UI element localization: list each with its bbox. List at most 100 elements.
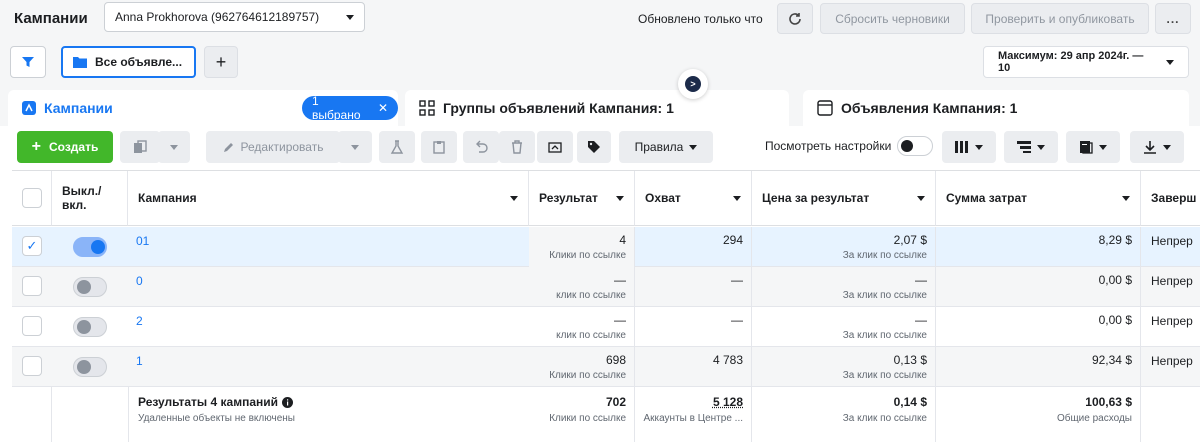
select-all-header <box>12 171 52 226</box>
tab-adsets-label: Группы объявлений Кампания: 1 <box>443 100 674 116</box>
result-value: 4 <box>619 233 626 247</box>
table-row[interactable]: ✓ 01 4 Клики по ссылке 294 2,07 $ За кли… <box>12 227 1200 267</box>
review-publish-button[interactable]: Проверить и опубликовать <box>971 3 1149 34</box>
campaign-toggle[interactable] <box>73 237 107 257</box>
column-header-cost-label: Цена за результат <box>762 191 870 205</box>
more-options-button[interactable]: ... <box>1155 3 1191 34</box>
campaign-name-link[interactable]: 0 <box>136 274 143 288</box>
column-header-result-label: Результат <box>539 191 598 205</box>
view-settings-toggle[interactable] <box>897 136 933 156</box>
selected-count-label: 1 выбрано <box>312 94 361 122</box>
column-header-result[interactable]: Результат <box>529 171 635 226</box>
chevron-down-icon <box>351 144 359 150</box>
result-subtitle: клик по ссылке <box>556 330 626 341</box>
updated-status: Обновлено только что <box>638 12 763 26</box>
tab-adsets[interactable]: Группы объявлений Кампания: 1 <box>405 90 789 126</box>
campaign-name-link[interactable]: 01 <box>136 234 149 248</box>
table-row[interactable]: 0 — клик по ссылке — — За клик по ссылке… <box>12 267 1200 307</box>
result-cell: — клик по ссылке <box>529 307 635 347</box>
end-value: Непрер <box>1151 314 1193 328</box>
download-button[interactable] <box>1130 131 1184 163</box>
rules-dropdown[interactable]: Правила <box>619 131 713 163</box>
page-title: Кампании <box>14 10 88 27</box>
breakdown-button[interactable] <box>1004 131 1058 163</box>
create-button[interactable]: + Создать <box>17 131 113 163</box>
sort-icon <box>733 195 741 201</box>
totals-title: Результаты 4 кампаний <box>138 395 294 409</box>
column-header-cost[interactable]: Цена за результат <box>752 171 936 226</box>
column-header-spend[interactable]: Сумма затрат <box>936 171 1141 226</box>
cost-cell: 2,07 $ За клик по ссылке <box>752 227 936 267</box>
reports-button[interactable] <box>1066 131 1120 163</box>
campaign-toggle[interactable] <box>73 357 107 377</box>
totals-subtitle: Удаленные объекты не включены <box>138 413 295 424</box>
duplicate-dropdown[interactable] <box>158 131 190 163</box>
refresh-button[interactable] <box>777 3 813 34</box>
campaign-name-link[interactable]: 1 <box>136 354 143 368</box>
row-checkbox[interactable] <box>22 356 42 376</box>
totals-reach-subtitle: Аккаунты в Центре ... <box>643 413 743 424</box>
cost-cell: — За клик по ссылке <box>752 267 936 307</box>
ab-test-button[interactable] <box>379 131 415 163</box>
cost-cell: 0,13 $ За клик по ссылке <box>752 347 936 387</box>
table-row[interactable]: 1 698 Клики по ссылке 4 783 0,13 $ За кл… <box>12 347 1200 387</box>
reach-value: 294 <box>722 233 743 247</box>
totals-spend-value: 100,63 $ <box>1085 395 1132 409</box>
add-filter-button[interactable]: + <box>204 46 238 78</box>
table-row[interactable]: 2 — клик по ссылке — — За клик по ссылке… <box>12 307 1200 347</box>
account-selector[interactable]: Anna Prokhorova (962764612189757) <box>104 2 365 32</box>
result-cell: 4 Клики по ссылке <box>529 227 635 267</box>
select-all-checkbox[interactable] <box>22 188 42 208</box>
column-header-campaign[interactable]: Кампания <box>128 171 529 226</box>
date-range-picker[interactable]: Максимум: 29 апр 2024г. — 10 <box>983 46 1189 78</box>
info-icon[interactable] <box>282 396 294 408</box>
export-button[interactable] <box>537 131 573 163</box>
column-header-toggle[interactable]: Выкл./ вкл. <box>52 171 128 226</box>
tab-campaigns[interactable]: Кампании 1 выбрано ✕ <box>8 90 398 126</box>
clipboard-button[interactable] <box>421 131 457 163</box>
check-icon: ✓ <box>26 238 38 253</box>
row-checkbox[interactable] <box>22 316 42 336</box>
spend-cell: 8,29 $ <box>936 227 1141 267</box>
tab-ads[interactable]: Объявления Кампания: 1 <box>803 90 1189 126</box>
delete-button[interactable] <box>499 131 535 163</box>
reach-value: — <box>731 273 743 287</box>
spend-cell: 92,34 $ <box>936 347 1141 387</box>
cost-subtitle: За клик по ссылке <box>842 290 927 301</box>
result-value: — <box>614 313 626 327</box>
row-checkbox[interactable] <box>22 276 42 296</box>
spend-cell: 0,00 $ <box>936 307 1141 347</box>
chevron-down-icon <box>1163 144 1171 150</box>
end-value: Непрер <box>1151 354 1193 368</box>
column-header-end[interactable]: Заверш <box>1141 171 1200 226</box>
column-header-reach[interactable]: Охват <box>635 171 752 226</box>
discard-drafts-button[interactable]: Сбросить черновики <box>820 3 965 34</box>
result-subtitle: Клики по ссылке <box>549 370 626 381</box>
end-cell: Непрер <box>1141 267 1200 307</box>
undo-button[interactable] <box>463 131 499 163</box>
end-value: Непрер <box>1151 234 1193 248</box>
campaign-toggle[interactable] <box>73 317 107 337</box>
totals-spacer <box>52 387 129 442</box>
edit-dropdown[interactable] <box>338 131 372 163</box>
cost-subtitle: За клик по ссылке <box>842 250 927 261</box>
filter-button[interactable] <box>10 46 46 78</box>
toggle-knob <box>77 280 91 294</box>
all-ads-filter[interactable]: Все объявле... <box>61 46 196 78</box>
edit-button[interactable]: Редактировать <box>206 131 340 163</box>
plus-icon: + <box>31 138 41 155</box>
row-checkbox[interactable]: ✓ <box>22 236 42 256</box>
columns-button[interactable] <box>942 131 996 163</box>
duplicate-button[interactable] <box>120 131 160 163</box>
sort-icon <box>917 195 925 201</box>
sort-icon <box>510 195 518 201</box>
close-icon[interactable]: ✕ <box>378 101 388 115</box>
assistant-bubble[interactable]: > <box>678 69 708 99</box>
campaign-name-link[interactable]: 2 <box>136 314 143 328</box>
column-header-campaign-label: Кампания <box>138 191 197 205</box>
sort-icon <box>616 195 624 201</box>
campaign-toggle[interactable] <box>73 277 107 297</box>
selected-count-badge[interactable]: 1 выбрано ✕ <box>302 94 398 122</box>
download-icon <box>1144 141 1156 154</box>
tag-button[interactable] <box>577 131 611 163</box>
